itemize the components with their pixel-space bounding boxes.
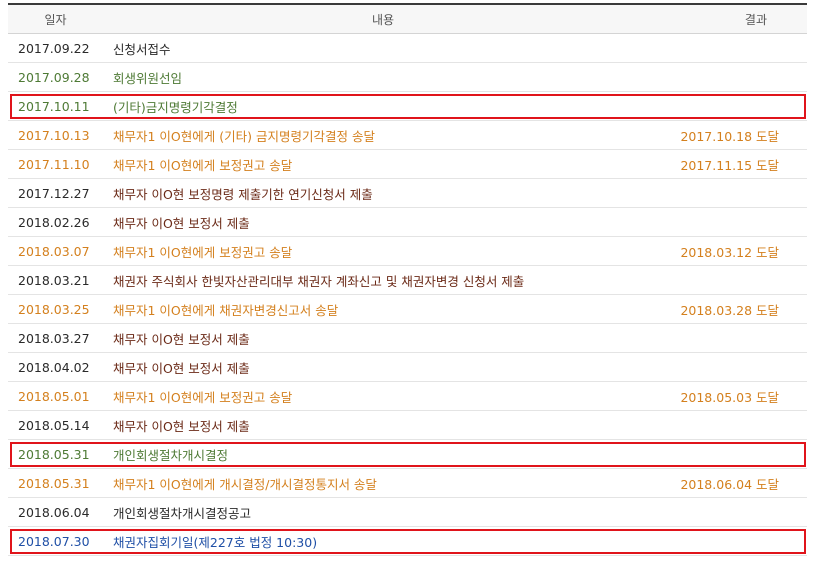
row-content: 개인회생절차개시결정공고 xyxy=(113,505,252,521)
table-row: 2018.06.04 개인회생절차개시결정공고 xyxy=(8,498,807,527)
row-content: 채무자 이O현 보정서 제출 xyxy=(113,360,250,376)
row-date: 2017.09.28 xyxy=(18,69,90,85)
table-row: 2018.03.07 채무자1 이O현에게 보정권고 송달 2018.03.12… xyxy=(8,237,807,266)
header-date: 일자 xyxy=(44,12,67,27)
table-row-highlighted: 2018.05.31 개인회생절차개시결정 xyxy=(8,440,807,469)
row-result: 2018.03.28 도달 xyxy=(680,302,779,318)
row-date: 2018.04.02 xyxy=(18,359,90,375)
row-content: 채무자 이O현 보정명령 제출기한 연기신청서 제출 xyxy=(113,186,373,202)
row-result: 2018.03.12 도달 xyxy=(680,244,779,260)
row-date: 2018.05.14 xyxy=(18,417,90,433)
row-content: 채무자 이O현 보정서 제출 xyxy=(113,331,250,347)
row-result: 2017.10.18 도달 xyxy=(680,128,779,144)
case-progress-table: 일자 내용 결과 2017.09.22 신청서접수 2017.09.28 회생위… xyxy=(8,3,807,556)
header-content: 내용 xyxy=(371,12,395,27)
row-content: 채무자 이O현 보정서 제출 xyxy=(113,418,250,434)
table-row: 2017.12.27 채무자 이O현 보정명령 제출기한 연기신청서 제출 xyxy=(8,179,807,208)
row-date: 2018.03.21 xyxy=(18,272,90,288)
table-header: 일자 내용 결과 xyxy=(8,5,807,34)
row-content: 채무자1 이O현에게 채권자변경신고서 송달 xyxy=(113,302,339,318)
row-date: 2017.12.27 xyxy=(18,185,90,201)
table-row: 2018.03.21 채권자 주식회사 한빛자산관리대부 채권자 계좌신고 및 … xyxy=(8,266,807,295)
row-date: 2017.11.10 xyxy=(18,156,90,172)
row-content: 채무자1 이O현에게 보정권고 송달 xyxy=(113,157,293,173)
row-content: 채무자 이O현 보정서 제출 xyxy=(113,215,250,231)
row-result: 2018.05.03 도달 xyxy=(680,389,779,405)
table-row: 2018.03.27 채무자 이O현 보정서 제출 xyxy=(8,324,807,353)
row-date: 2017.10.11 xyxy=(18,98,90,114)
row-content: (기타)금지명령기각결정 xyxy=(113,99,238,115)
row-content: 채무자1 이O현에게 (기타) 금지명령기각결정 송달 xyxy=(113,128,375,144)
row-content: 채권자집회기일(제227호 법정 10:30) xyxy=(113,534,318,550)
table-row: 2018.02.26 채무자 이O현 보정서 제출 xyxy=(8,208,807,237)
row-date: 2018.03.07 xyxy=(18,243,90,259)
table-row-highlighted: 2018.07.30 채권자집회기일(제227호 법정 10:30) xyxy=(8,527,807,556)
table-row: 2018.05.31 채무자1 이O현에게 개시결정/개시결정통지서 송달 20… xyxy=(8,469,807,498)
header-result: 결과 xyxy=(744,12,767,27)
row-date: 2018.05.31 xyxy=(18,475,90,491)
row-content: 채무자1 이O현에게 보정권고 송달 xyxy=(113,389,293,405)
table-row: 2018.05.14 채무자 이O현 보정서 제출 xyxy=(8,411,807,440)
row-content: 회생위원선임 xyxy=(113,70,183,86)
row-result: 2018.06.04 도달 xyxy=(680,476,779,492)
row-date: 2017.10.13 xyxy=(18,127,90,143)
table-row: 2017.09.22 신청서접수 xyxy=(8,34,807,63)
table-row: 2018.05.01 채무자1 이O현에게 보정권고 송달 2018.05.03… xyxy=(8,382,807,411)
row-date: 2018.06.04 xyxy=(18,504,90,520)
row-content: 신청서접수 xyxy=(113,41,171,57)
table-row: 2018.04.02 채무자 이O현 보정서 제출 xyxy=(8,353,807,382)
row-content: 채무자1 이O현에게 보정권고 송달 xyxy=(113,244,293,260)
row-date: 2017.09.22 xyxy=(18,40,90,56)
row-date: 2018.05.31 xyxy=(18,446,90,462)
row-date: 2018.05.01 xyxy=(18,388,90,404)
row-date: 2018.03.27 xyxy=(18,330,90,346)
table-row: 2017.09.28 회생위원선임 xyxy=(8,63,807,92)
row-content: 채권자 주식회사 한빛자산관리대부 채권자 계좌신고 및 채권자변경 신청서 제… xyxy=(113,273,525,289)
table-row: 2017.10.13 채무자1 이O현에게 (기타) 금지명령기각결정 송달 2… xyxy=(8,121,807,150)
row-date: 2018.02.26 xyxy=(18,214,90,230)
table-row: 2017.11.10 채무자1 이O현에게 보정권고 송달 2017.11.15… xyxy=(8,150,807,179)
row-result: 2017.11.15 도달 xyxy=(680,157,779,173)
table-row: 2018.03.25 채무자1 이O현에게 채권자변경신고서 송달 2018.0… xyxy=(8,295,807,324)
table-row-highlighted: 2017.10.11 (기타)금지명령기각결정 xyxy=(8,92,807,121)
row-content: 개인회생절차개시결정 xyxy=(113,447,229,463)
row-date: 2018.07.30 xyxy=(18,533,90,549)
row-date: 2018.03.25 xyxy=(18,301,90,317)
row-content: 채무자1 이O현에게 개시결정/개시결정통지서 송달 xyxy=(113,476,377,492)
